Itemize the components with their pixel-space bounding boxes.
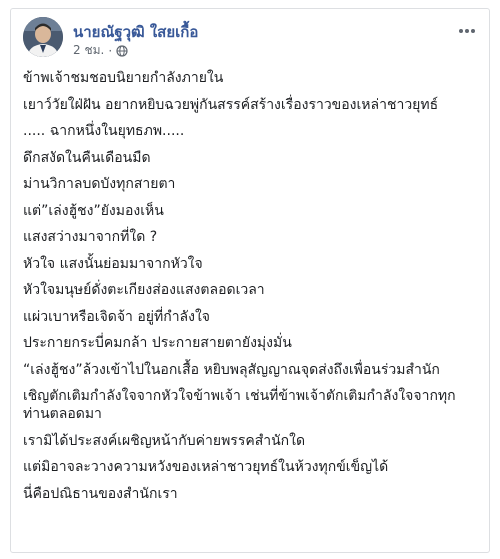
post-line: แสงสว่างมาจากที่ใด ?	[23, 229, 158, 245]
post-line: แต่”เล่งฮู้ชง”ยังมองเห็น	[23, 202, 164, 219]
post-line: ..... ฉากหนึ่งในยุทธภพ.....	[23, 123, 185, 139]
post-line: หัวใจมนุษย์ดั่งตะเกียงส่องแสงตลอดเวลา	[23, 282, 265, 298]
globe-icon[interactable]	[116, 44, 128, 57]
post-timestamp[interactable]: 2 ชม.	[73, 41, 104, 60]
post-line: ดึกสงัดในคืนเดือนมืด	[23, 149, 151, 166]
post-line: ข้าพเจ้าชมชอบนิยายกำลังภายใน	[23, 70, 224, 86]
meta-separator: ·	[108, 43, 113, 58]
post-line: “เล่งฮู้ชง”ล้วงเข้าไปในอกเสื้อ หยิบพลุสั…	[23, 361, 440, 378]
post-line: เชิญตักเติมกำลังใจจากหัวใจข้าพเจ้า เช่นท…	[23, 388, 456, 422]
post-meta: 2 ชม. ·	[73, 41, 128, 60]
avatar[interactable]	[23, 17, 63, 57]
post-header: นายณัฐวุฒิ ใสยเกื้อ 2 ชม. ·	[23, 17, 477, 63]
post-line: นี่คือปณิธานของสำนักเรา	[23, 485, 178, 502]
post-line: เรามิได้ประสงค์เผชิญหน้ากับค่ายพรรคสำนัก…	[23, 432, 306, 449]
post-line: แต่มิอาจละวางความหวังของเหล่าชาวยุทธ์ในห…	[23, 459, 389, 475]
post-text: ข้าพเจ้าชมชอบนิยายกำลังภายใน เยาว์วัยใฝ่…	[23, 69, 479, 511]
post-line: ประกายกระบี่คมกล้า ประกายสายตายังมุ่งมั่…	[23, 335, 292, 351]
more-options-icon[interactable]	[457, 23, 477, 39]
post-card: นายณัฐวุฒิ ใสยเกื้อ 2 ชม. · ข้าพเจ้าชมชอ…	[10, 8, 490, 553]
post-line: แผ่วเบาหรือเจิดจ้า อยู่ที่กำลังใจ	[23, 308, 211, 325]
post-line: เยาว์วัยใฝ่ฝัน อยากหยิบฉวยพู่กันสรรค์สร้…	[23, 96, 439, 113]
post-line: หัวใจ แสงนั้นย่อมมาจากหัวใจ	[23, 255, 203, 272]
post-line: ม่านวิกาลบดบังทุกสายตา	[23, 176, 176, 192]
